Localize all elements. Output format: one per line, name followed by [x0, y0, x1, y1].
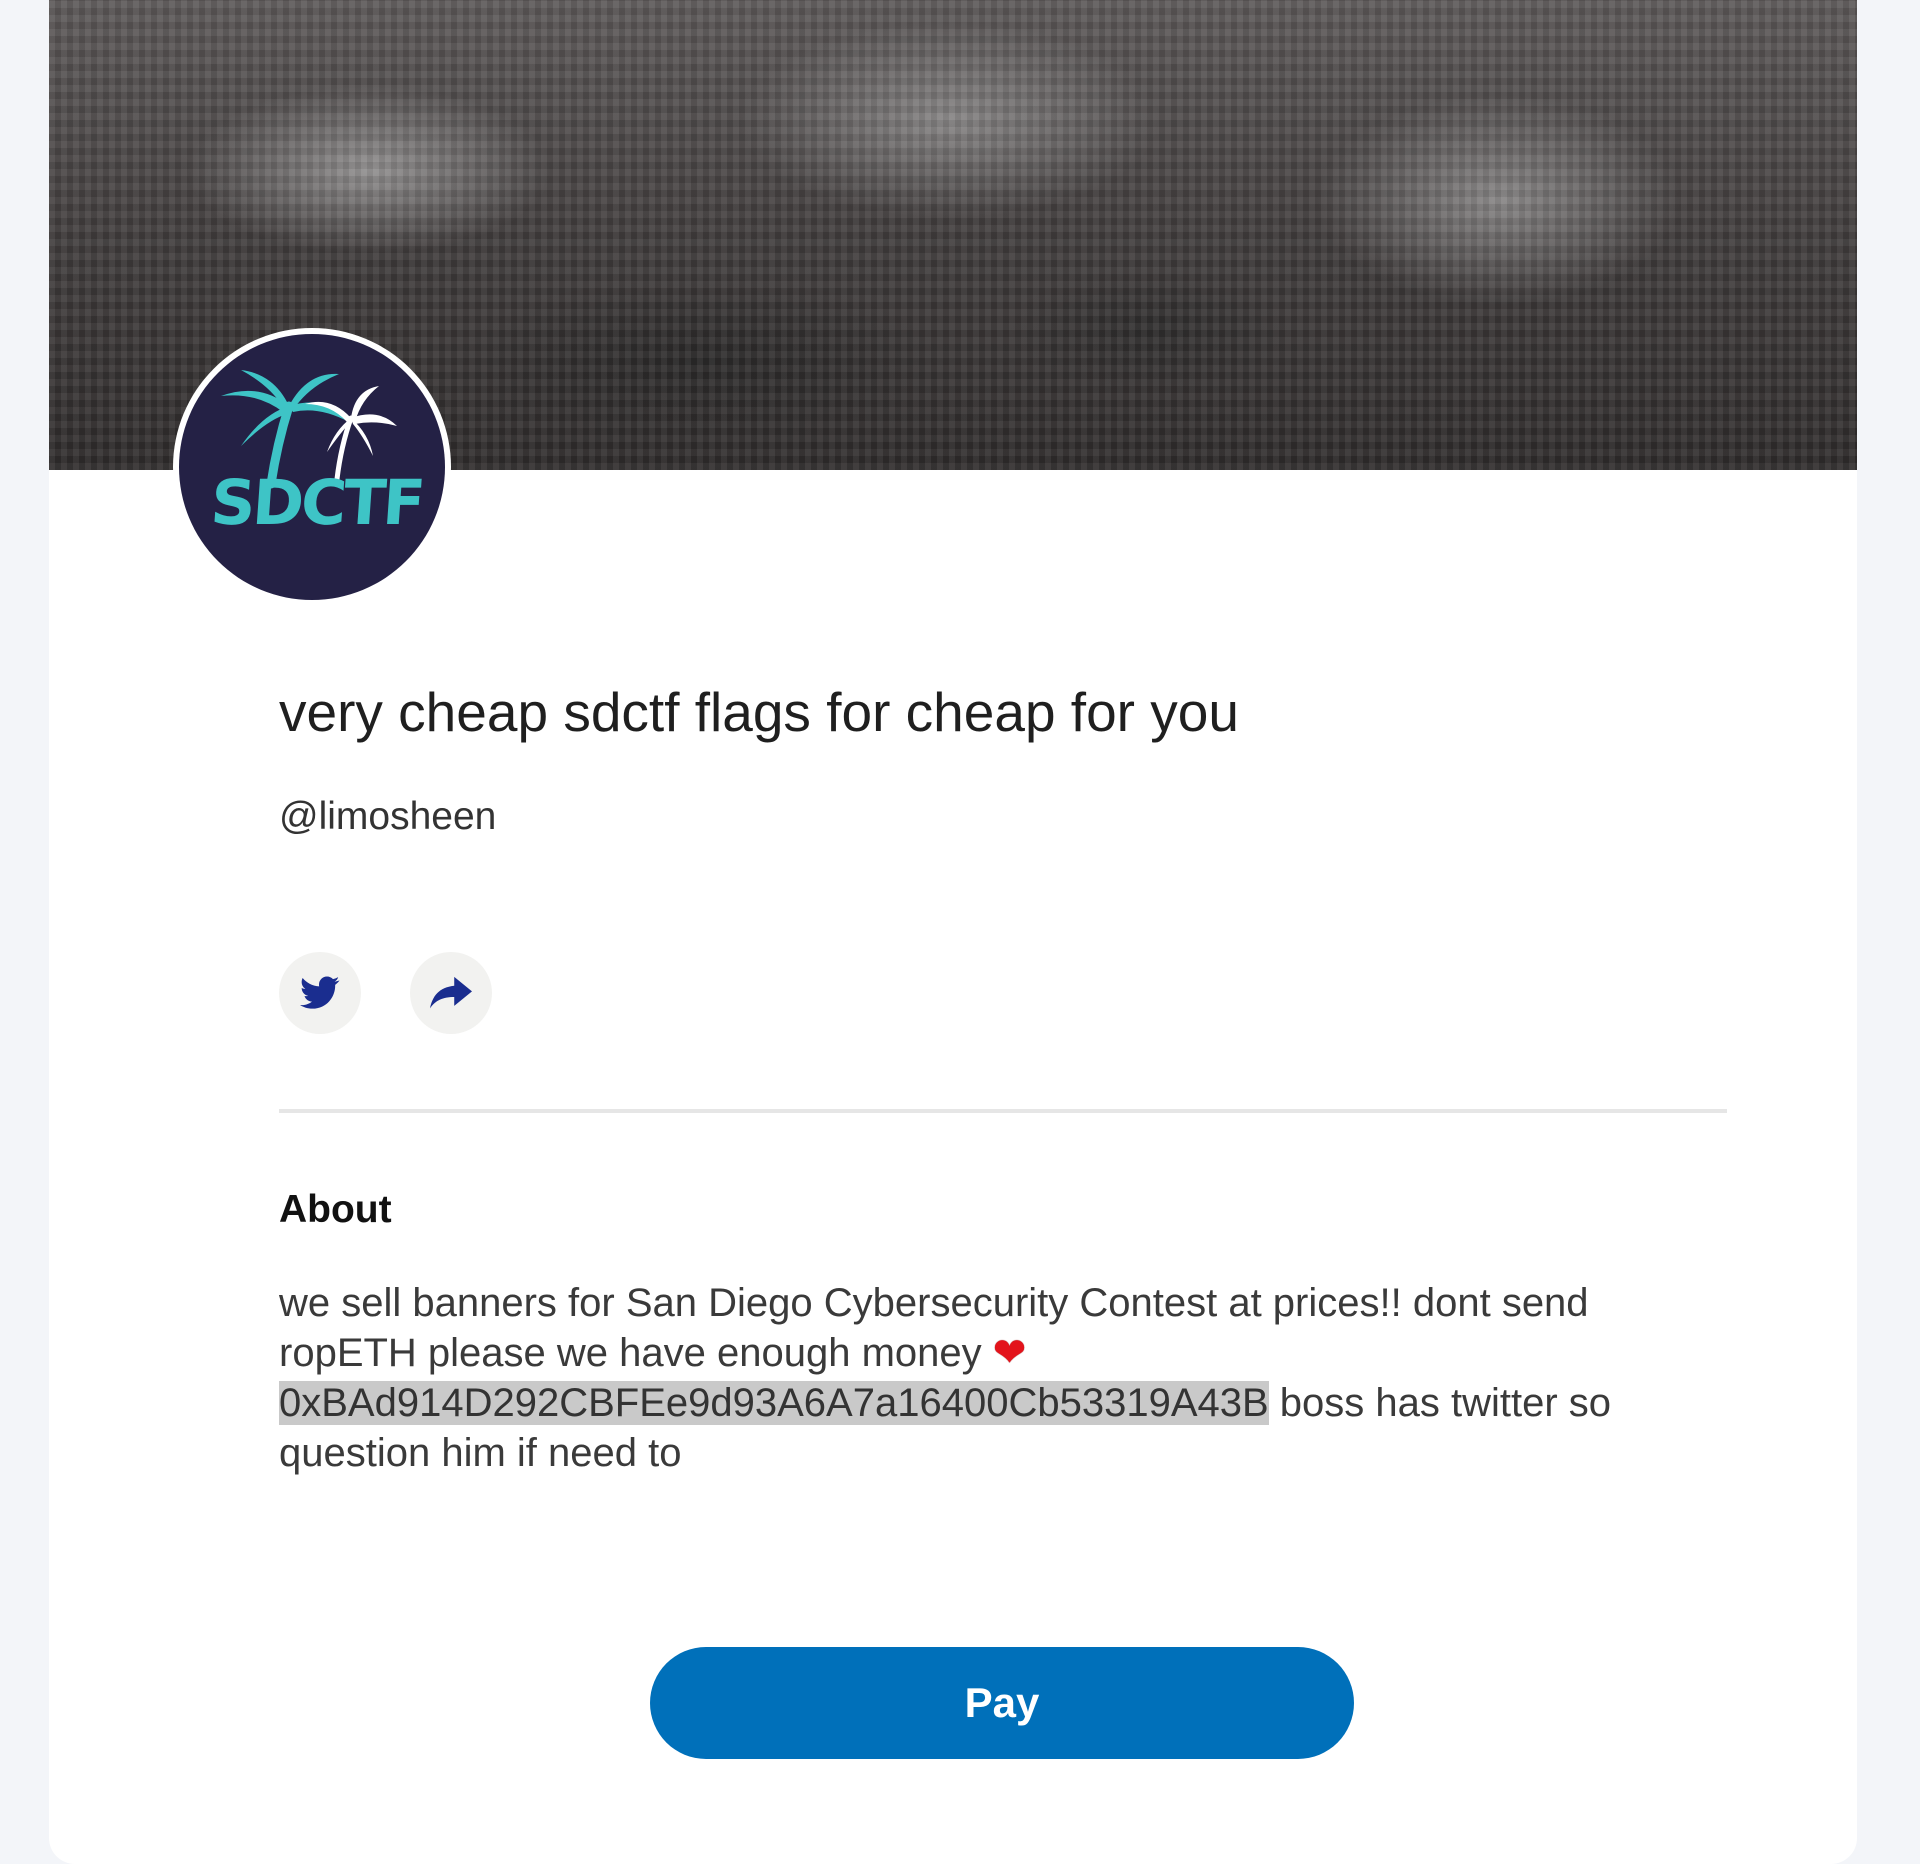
- profile-card: SDCTF very cheap sdctf flags for cheap f…: [49, 0, 1857, 1864]
- avatar-logo: SDCTF: [179, 334, 445, 600]
- profile-handle: @limosheen: [279, 795, 497, 838]
- share-icon: [430, 976, 472, 1009]
- avatar-text: SDCTF: [208, 466, 425, 539]
- heart-icon: ❤: [992, 1330, 1027, 1376]
- page-title: very cheap sdctf flags for cheap for you: [279, 681, 1239, 743]
- about-heading: About: [279, 1188, 392, 1231]
- avatar: SDCTF: [173, 328, 451, 606]
- share-button[interactable]: [410, 952, 492, 1034]
- about-text: we sell banners for San Diego Cybersecur…: [279, 1278, 1719, 1478]
- wallet-address: 0xBAd914D292CBFEe9d93A6A7a16400Cb53319A4…: [279, 1381, 1269, 1425]
- section-divider: [279, 1109, 1727, 1113]
- twitter-button[interactable]: [279, 952, 361, 1034]
- about-text-before: we sell banners for San Diego Cybersecur…: [279, 1281, 1589, 1375]
- pay-button[interactable]: Pay: [650, 1647, 1354, 1759]
- twitter-icon: [300, 976, 340, 1009]
